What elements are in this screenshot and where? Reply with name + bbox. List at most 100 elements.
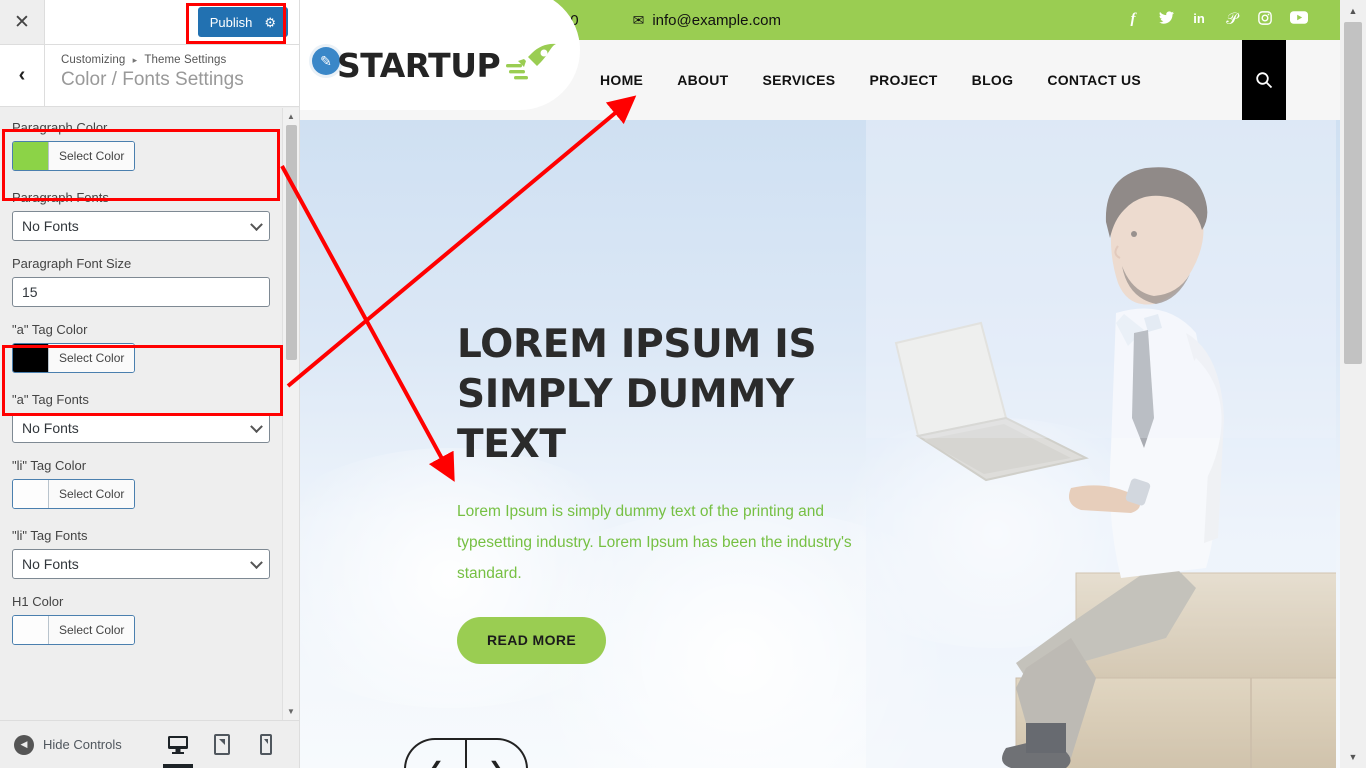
paragraph-fonts-select[interactable]: No Fonts — [12, 211, 270, 241]
paragraph-font-size-input[interactable]: 15 — [12, 277, 270, 307]
customizer-scrollbar[interactable]: ▲ ▼ — [282, 108, 299, 720]
selected-value: No Fonts — [22, 556, 79, 572]
search-icon — [1256, 72, 1273, 89]
hide-controls-button[interactable]: ◀ Hide Controls — [0, 734, 122, 755]
control-label: Paragraph Font Size — [12, 256, 132, 271]
control-li-tag-fonts: "li" Tag Fonts No Fonts — [12, 528, 287, 579]
scroll-up-icon[interactable]: ▲ — [283, 108, 299, 125]
browser-scrollbar-thumb[interactable] — [1344, 22, 1362, 364]
page-title: Color / Fonts Settings — [61, 69, 244, 90]
control-paragraph-color: Paragraph Color Select Color — [12, 120, 287, 175]
main-navigation: HOME ABOUT SERVICES PROJECT BLOG CONTACT… — [600, 72, 1141, 88]
carousel-prev-button[interactable]: ❮ — [404, 738, 466, 768]
control-label: "li" Tag Fonts — [12, 528, 88, 543]
instagram-icon[interactable] — [1257, 11, 1273, 29]
nav-item-blog[interactable]: BLOG — [972, 72, 1014, 88]
customizer-controls: Paragraph Color Select Color Paragraph F… — [0, 108, 299, 720]
control-li-tag-color: "li" Tag Color Select Color — [12, 458, 287, 513]
control-label: Paragraph Fonts — [12, 190, 109, 205]
back-button[interactable]: ‹ — [0, 45, 45, 106]
scrollbar-down-arrow-icon[interactable]: ▼ — [1340, 746, 1366, 768]
pinterest-icon[interactable]: 𝒫 — [1224, 11, 1240, 29]
collapse-icon: ◀ — [14, 734, 34, 755]
select-color-label: Select Color — [49, 142, 135, 170]
header-spacer — [45, 0, 198, 44]
select-color-label: Select Color — [49, 480, 135, 508]
site-header: ✎ STARTUP HOME ABOUT SERVICES PROJECT BL… — [300, 0, 1366, 120]
breadcrumb: Customizing ▸ Theme Settings — [61, 54, 244, 66]
h1-color-swatch[interactable] — [13, 616, 49, 644]
control-paragraph-font-size: Paragraph Font Size 15 — [12, 256, 287, 307]
customizer-sidebar: ✕ Publish ⚙ ‹ Customizing ▸ Theme Settin… — [0, 0, 300, 768]
tablet-icon — [214, 734, 230, 755]
nav-item-project[interactable]: PROJECT — [869, 72, 937, 88]
select-color-label: Select Color — [49, 344, 135, 372]
twitter-icon[interactable] — [1158, 11, 1174, 29]
customizer-header: ✕ Publish ⚙ — [0, 0, 299, 45]
site-preview-frame: ✆ +001234567890 ✉ info@example.com f in … — [300, 0, 1366, 768]
hero-section: LOREM IPSUM IS SIMPLY DUMMY TEXT Lorem I… — [300, 120, 1366, 768]
tablet-preview-icon[interactable] — [203, 722, 241, 768]
li-tag-fonts-select[interactable]: No Fonts — [12, 549, 270, 579]
youtube-icon[interactable] — [1290, 11, 1308, 29]
hero-content: LOREM IPSUM IS SIMPLY DUMMY TEXT Lorem I… — [457, 320, 887, 664]
a-tag-fonts-select[interactable]: No Fonts — [12, 413, 270, 443]
topbar-email[interactable]: ✉ info@example.com — [633, 12, 781, 29]
hero-heading: LOREM IPSUM IS SIMPLY DUMMY TEXT — [457, 322, 817, 467]
a-tag-color-swatch[interactable] — [13, 344, 49, 372]
breadcrumb-separator-icon: ▸ — [132, 55, 138, 65]
nav-item-home[interactable]: HOME — [600, 72, 643, 88]
linkedin-icon[interactable]: in — [1191, 11, 1207, 29]
hero-photo-businessman — [866, 120, 1336, 768]
breadcrumb-parent[interactable]: Theme Settings — [144, 54, 226, 66]
control-a-tag-fonts: "a" Tag Fonts No Fonts — [12, 392, 287, 443]
close-customizer-icon[interactable]: ✕ — [0, 0, 45, 44]
customizer-footer: ◀ Hide Controls — [0, 720, 299, 768]
device-preview-switcher — [159, 722, 299, 768]
publish-button-label: Publish — [209, 14, 253, 30]
scroll-down-icon[interactable]: ▼ — [283, 703, 299, 720]
control-label: Paragraph Color — [12, 120, 108, 135]
search-button[interactable] — [1242, 40, 1286, 120]
chevron-down-icon — [250, 556, 263, 570]
control-label: H1 Color — [12, 594, 64, 609]
paragraph-color-picker[interactable]: Select Color — [12, 141, 136, 171]
site-logo[interactable]: ✎ STARTUP — [300, 0, 580, 110]
mobile-preview-icon[interactable] — [247, 722, 285, 768]
h1-color-picker[interactable]: Select Color — [12, 615, 136, 645]
paragraph-color-swatch[interactable] — [13, 142, 49, 170]
control-h1-color: H1 Color Select Color — [12, 594, 287, 649]
selected-value: No Fonts — [22, 420, 79, 436]
control-a-tag-color: "a" Tag Color Select Color — [12, 322, 287, 377]
hero-paragraph: Lorem Ipsum is simply dummy text of the … — [457, 502, 852, 582]
scrollbar-up-arrow-icon[interactable]: ▲ — [1340, 0, 1366, 22]
control-paragraph-fonts: Paragraph Fonts No Fonts — [12, 190, 287, 241]
panel-header: ‹ Customizing ▸ Theme Settings Color / F… — [0, 45, 299, 107]
breadcrumb-root[interactable]: Customizing — [61, 54, 125, 66]
scrollbar-thumb[interactable] — [286, 125, 297, 360]
desktop-preview-icon[interactable] — [159, 722, 197, 768]
logo-text: STARTUP — [337, 45, 501, 85]
browser-scrollbar[interactable]: ▲ ▼ — [1340, 0, 1366, 768]
control-label: "li" Tag Color — [12, 458, 87, 473]
selected-value: No Fonts — [22, 218, 79, 234]
control-label: "a" Tag Fonts — [12, 392, 89, 407]
a-tag-color-picker[interactable]: Select Color — [12, 343, 136, 373]
control-label: "a" Tag Color — [12, 322, 88, 337]
panel-titles: Customizing ▸ Theme Settings Color / Fon… — [45, 45, 244, 106]
nav-item-contact-us[interactable]: CONTACT US — [1047, 72, 1141, 88]
publish-button[interactable]: Publish ⚙ — [197, 7, 288, 37]
carousel-navigation: ❮ ❯ — [404, 738, 528, 768]
rocket-icon — [506, 42, 558, 88]
carousel-next-button[interactable]: ❯ — [466, 738, 528, 768]
nav-item-about[interactable]: ABOUT — [677, 72, 728, 88]
read-more-button[interactable]: READ MORE — [457, 616, 607, 664]
gear-icon[interactable]: ⚙ — [264, 16, 276, 29]
envelope-icon: ✉ — [632, 11, 645, 28]
pencil-icon: ✎ — [312, 47, 340, 75]
li-tag-color-swatch[interactable] — [13, 480, 49, 508]
nav-item-services[interactable]: SERVICES — [762, 72, 835, 88]
li-tag-color-picker[interactable]: Select Color — [12, 479, 136, 509]
chevron-down-icon — [250, 218, 263, 232]
facebook-icon[interactable]: f — [1125, 11, 1141, 29]
